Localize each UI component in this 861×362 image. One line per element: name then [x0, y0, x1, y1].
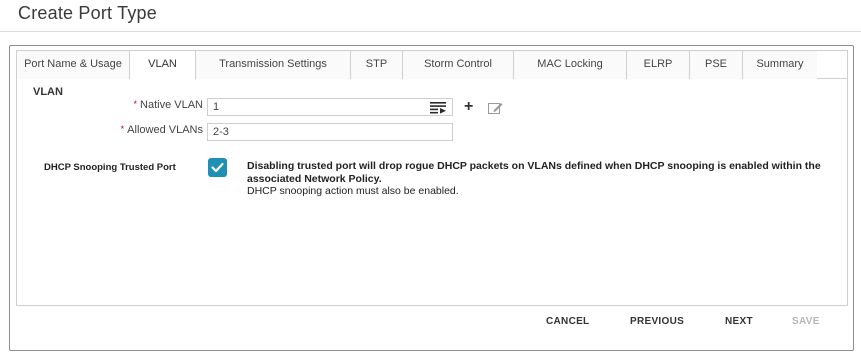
- native-vlan-value: 1: [213, 101, 220, 113]
- allowed-vlans-label-text: Allowed VLANs: [127, 124, 203, 136]
- dhcp-snooping-trusted-checkbox[interactable]: [208, 158, 227, 177]
- required-marker: *: [120, 124, 125, 134]
- list-icon[interactable]: [429, 101, 447, 114]
- native-vlan-label-text: Native VLAN: [140, 99, 203, 111]
- edit-vlan-icon[interactable]: [488, 102, 503, 114]
- next-button[interactable]: NEXT: [725, 316, 753, 327]
- cancel-button[interactable]: CANCEL: [546, 316, 589, 327]
- title-divider: [0, 31, 861, 32]
- check-icon: [211, 162, 224, 173]
- dialog-title: Create Port Type: [18, 3, 157, 23]
- allowed-vlans-input[interactable]: 2-3: [207, 123, 453, 141]
- tab-port-name-usage[interactable]: Port Name & Usage: [17, 51, 130, 79]
- tab-stp[interactable]: STP: [351, 51, 403, 79]
- tab-pse[interactable]: PSE: [690, 51, 743, 79]
- section-title-vlan: VLAN: [33, 86, 63, 98]
- allowed-vlans-label: * Allowed VLANs: [95, 124, 203, 136]
- dhcp-snooping-label: DHCP Snooping Trusted Port: [44, 162, 176, 173]
- tab-storm-control[interactable]: Storm Control: [403, 51, 514, 79]
- allowed-vlans-value: 2-3: [213, 126, 229, 138]
- native-vlan-input[interactable]: 1: [207, 98, 453, 116]
- native-vlan-label: * Native VLAN: [110, 99, 204, 111]
- tab-summary[interactable]: Summary: [743, 51, 817, 79]
- add-vlan-plus-icon[interactable]: +: [464, 99, 473, 115]
- save-button[interactable]: SAVE: [792, 316, 820, 327]
- tab-vlan[interactable]: VLAN: [130, 51, 196, 80]
- required-marker: *: [133, 99, 138, 109]
- previous-button[interactable]: PREVIOUS: [630, 316, 684, 327]
- create-port-type-dialog: Port Name & Usage VLAN Transmission Sett…: [9, 45, 854, 351]
- tab-mac-locking[interactable]: MAC Locking: [514, 51, 627, 79]
- dhcp-snooping-note: Disabling trusted port will drop rogue D…: [247, 160, 837, 198]
- tab-bar: Port Name & Usage VLAN Transmission Sett…: [17, 51, 847, 80]
- tab-transmission-settings[interactable]: Transmission Settings: [196, 51, 351, 79]
- dhcp-note-line1: Disabling trusted port will drop rogue D…: [247, 160, 821, 185]
- dhcp-note-line2: DHCP snooping action must also be enable…: [247, 185, 459, 197]
- tab-elrp[interactable]: ELRP: [627, 51, 690, 79]
